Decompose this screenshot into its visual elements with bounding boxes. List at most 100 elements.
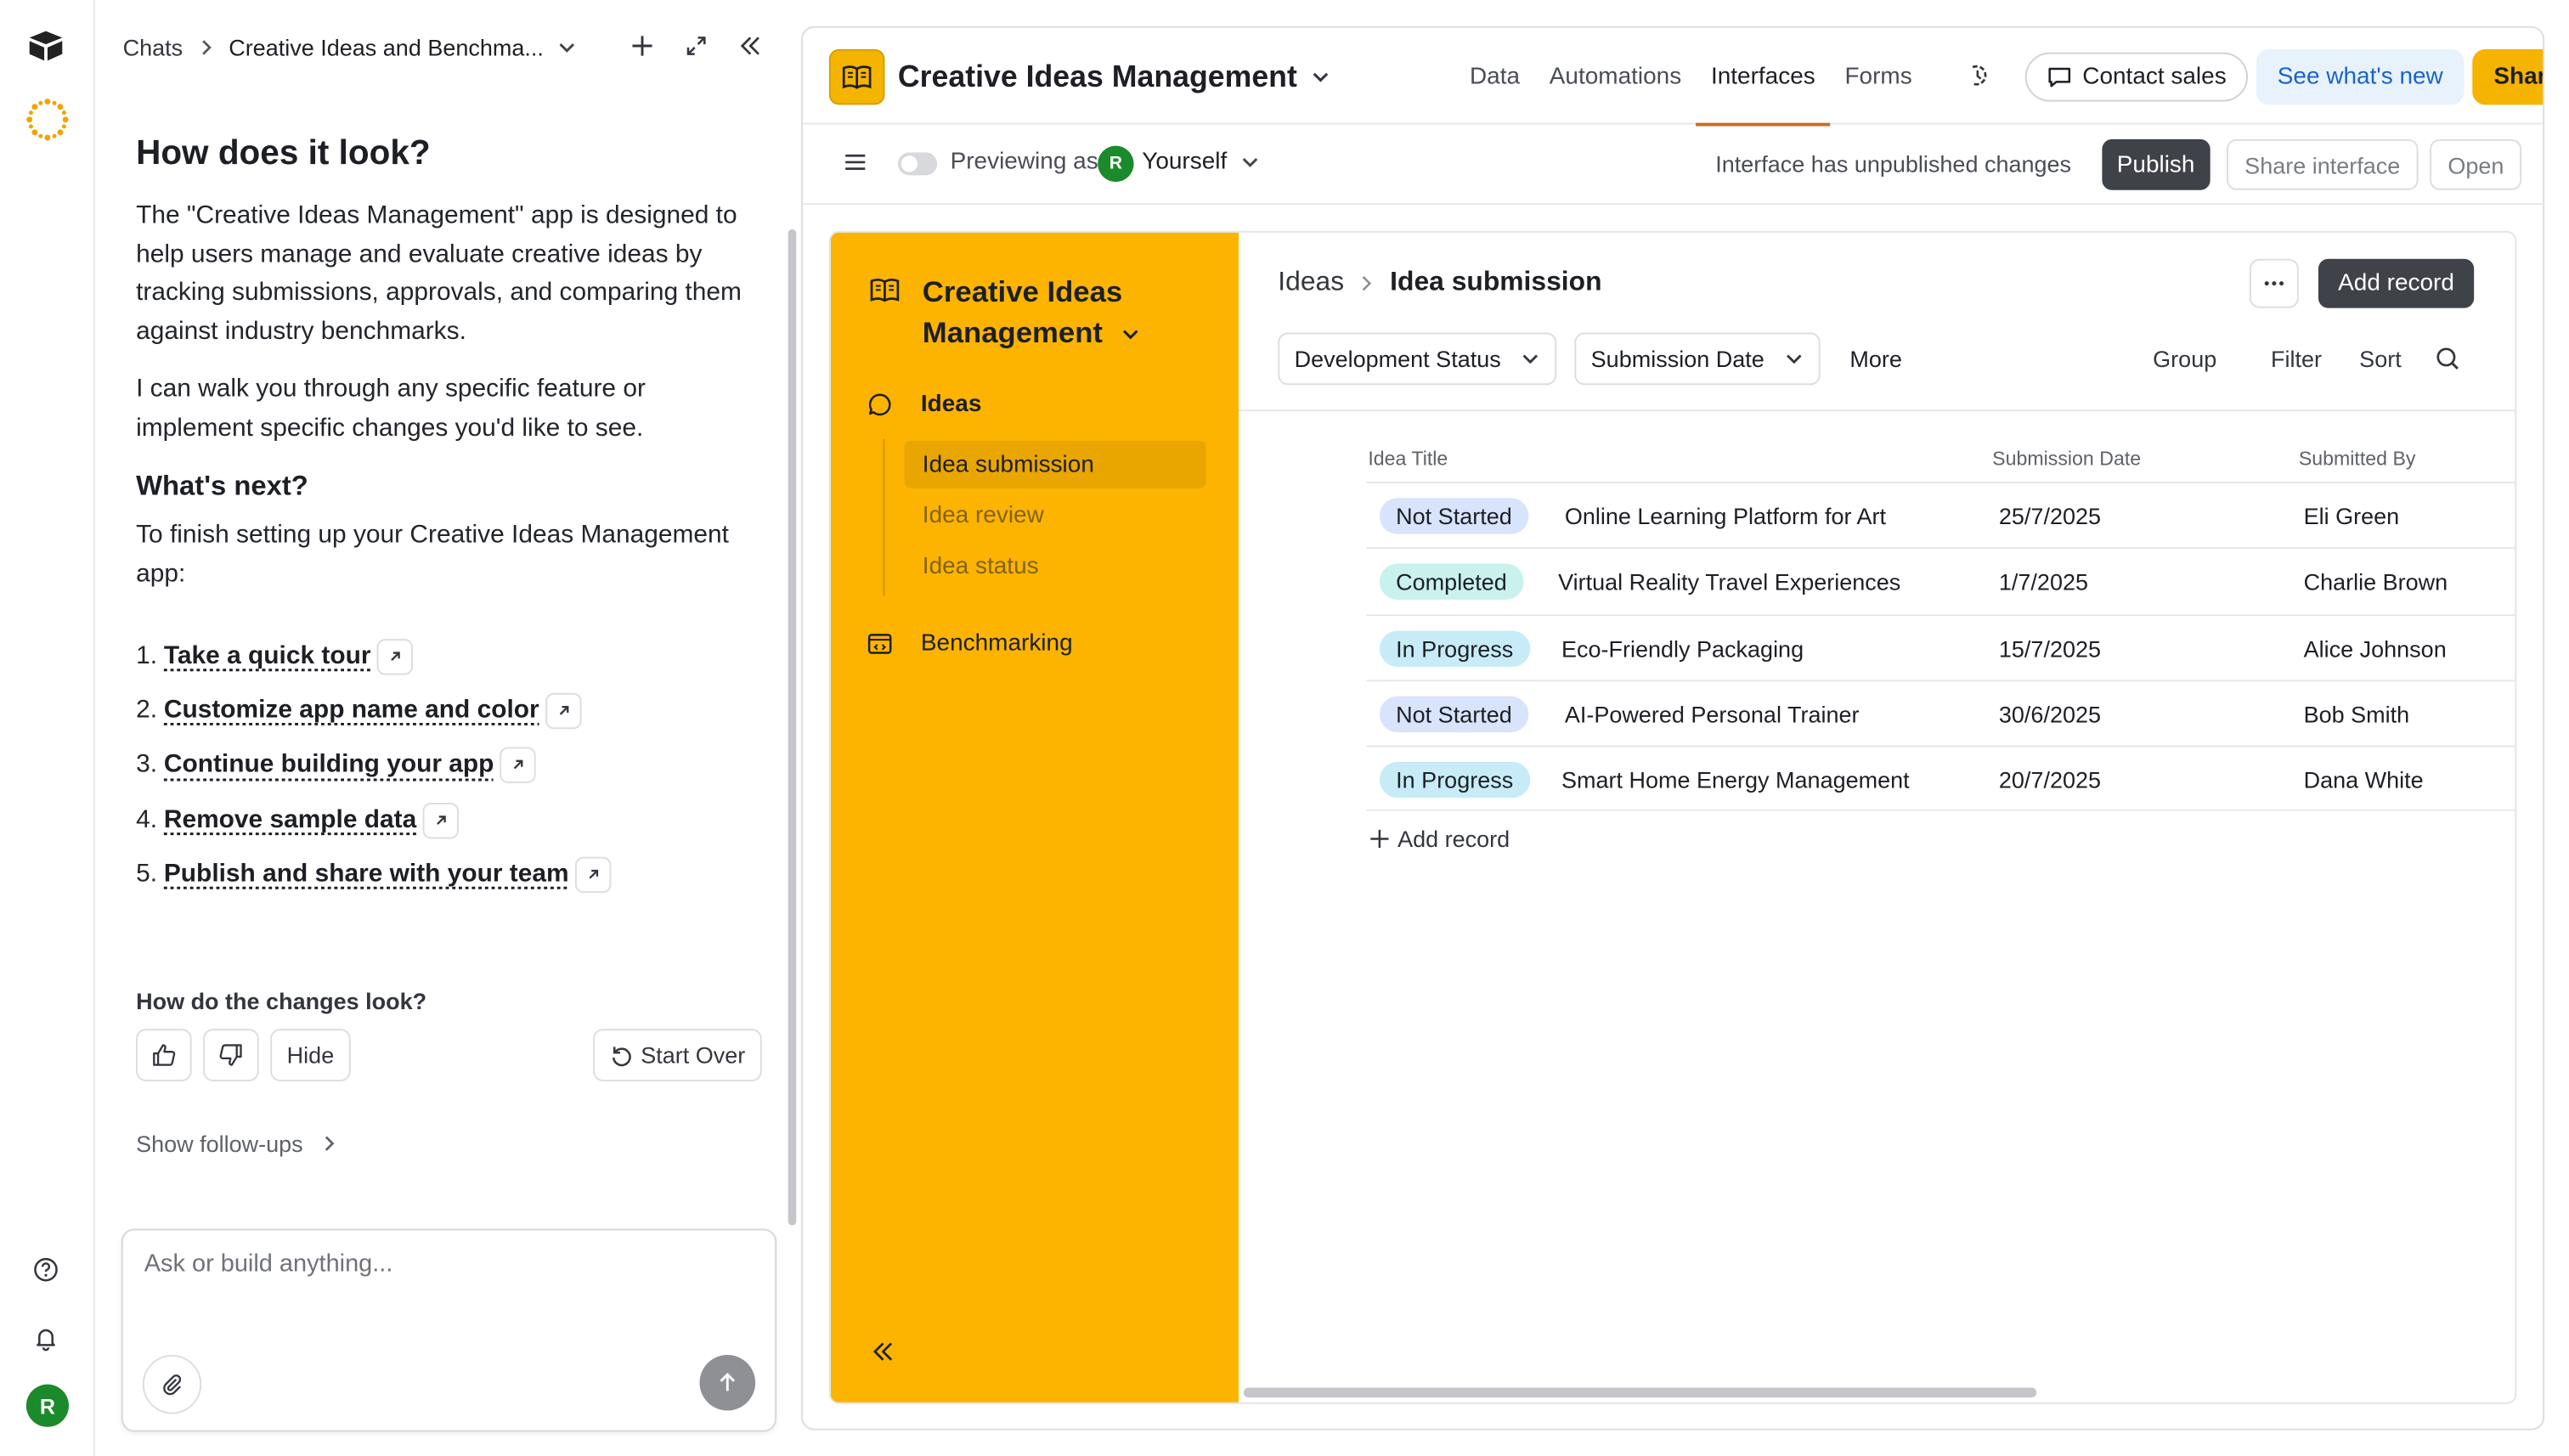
preview-toggle[interactable] (897, 152, 938, 176)
submitted-by-cell: Alice Johnson (2303, 635, 2447, 662)
preview-user-select[interactable]: Yourself (1142, 149, 1260, 176)
records-table: Not Started Online Learning Platform for… (1366, 482, 2515, 812)
chevron-down-icon (1522, 354, 1539, 364)
table-row[interactable]: Not Started AI-Powered Personal Trainer … (1366, 680, 2515, 746)
send-button[interactable] (699, 1354, 756, 1411)
composer-placeholder[interactable]: Ask or build anything... (144, 1250, 393, 1278)
app-editor: Creative Ideas Management Data Automatio… (801, 25, 2545, 1431)
step-number: 3. (136, 750, 158, 779)
sidebar-item-idea-submission[interactable]: Idea submission (904, 440, 1206, 488)
thumbs-down-button[interactable] (203, 1029, 259, 1081)
step-number: 1. (136, 641, 158, 670)
sidebar-item-idea-review[interactable]: Idea review (905, 492, 1206, 539)
history-icon[interactable] (1966, 62, 1989, 88)
sidebar-section-benchmarking[interactable]: Benchmarking (867, 631, 1073, 657)
left-rail: R (0, 0, 95, 1456)
chevron-right-icon (325, 1136, 335, 1151)
step-link[interactable]: Customize app name and color (164, 697, 539, 726)
step-link[interactable]: Take a quick tour (164, 641, 371, 671)
add-record-button[interactable]: Add record (2318, 258, 2475, 308)
open-button[interactable]: Open (2430, 138, 2522, 190)
preview-user-name: Yourself (1142, 149, 1228, 176)
sort-button[interactable]: Sort (2359, 346, 2402, 372)
contact-sales-button[interactable]: Contact sales (2024, 52, 2248, 102)
share-interface-button[interactable]: Share interface (2226, 138, 2419, 190)
chat-panel: Chats Creative Ideas and Benchma... How … (94, 0, 800, 1456)
table-row[interactable]: Not Started Online Learning Platform for… (1366, 482, 2515, 548)
interface-title-text: Creative Ideas Management (922, 275, 1123, 349)
table-header: Idea Title Submission Date Submitted By (1366, 448, 2515, 481)
column-header-submitted-by[interactable]: Submitted By (2299, 448, 2416, 471)
thumbs-up-icon (153, 1044, 176, 1066)
tab-forms[interactable]: Forms (1830, 28, 1927, 125)
submission-date-filter[interactable]: Submission Date (1574, 332, 1821, 386)
chat-composer[interactable]: Ask or build anything... (121, 1228, 777, 1432)
sidebar-section-ideas[interactable]: Ideas (867, 392, 981, 418)
help-icon[interactable] (33, 1256, 59, 1283)
thumbs-up-button[interactable] (136, 1029, 192, 1081)
start-over-button[interactable]: Start Over (593, 1029, 762, 1081)
interface-title[interactable]: Creative Ideas Management (923, 272, 1217, 353)
filter-button[interactable]: Filter (2271, 346, 2322, 372)
external-link-icon[interactable] (377, 638, 414, 674)
external-link-icon[interactable] (545, 692, 582, 730)
sidebar-item-idea-status[interactable]: Idea status (905, 542, 1206, 590)
more-filters-button[interactable]: More (1849, 346, 1902, 372)
plus-icon (1370, 829, 1389, 849)
more-options-button[interactable] (2249, 258, 2299, 308)
see-whats-new-button[interactable]: See what's new (2256, 48, 2465, 105)
table-row[interactable]: In Progress Smart Home Energy Management… (1366, 745, 2515, 812)
tab-automations[interactable]: Automations (1534, 28, 1696, 125)
table-row[interactable]: In Progress Eco-Friendly Packaging 15/7/… (1366, 613, 2515, 680)
column-header-submission-date[interactable]: Submission Date (1992, 448, 2141, 471)
show-follow-ups-link[interactable]: Show follow-ups (136, 1131, 336, 1157)
paperclip-icon (163, 1374, 182, 1396)
publish-button[interactable]: Publish (2102, 138, 2210, 190)
attach-button[interactable] (142, 1354, 202, 1414)
status-badge: In Progress (1379, 629, 1530, 667)
expand-icon[interactable] (683, 33, 709, 59)
hamburger-menu-icon[interactable] (844, 152, 867, 172)
submitted-by-cell: Dana White (2303, 766, 2424, 793)
hide-button[interactable]: Hide (270, 1029, 351, 1081)
omni-assistant-icon[interactable] (25, 97, 71, 143)
app-title-text: Creative Ideas Management (897, 59, 1297, 93)
share-button[interactable]: Share (2472, 48, 2544, 105)
arrow-up-icon (720, 1373, 736, 1391)
app-icon[interactable] (828, 48, 885, 105)
step-link[interactable]: Remove sample data (164, 805, 416, 835)
step-link[interactable]: Continue building your app (164, 751, 494, 781)
collapse-sidebar-icon[interactable] (870, 1339, 896, 1365)
new-chat-plus-icon[interactable] (630, 33, 656, 59)
external-link-icon[interactable] (423, 802, 460, 838)
column-header-idea-title[interactable]: Idea Title (1368, 448, 1448, 471)
tab-interfaces[interactable]: Interfaces (1696, 28, 1831, 127)
tab-data[interactable]: Data (1455, 28, 1535, 125)
step-link[interactable]: Publish and share with your team (164, 860, 569, 889)
chat-title[interactable]: Creative Ideas and Benchma... (229, 35, 544, 61)
external-link-icon[interactable] (575, 856, 612, 893)
table-row[interactable]: Completed Virtual Reality Travel Experie… (1366, 547, 2515, 614)
group-button[interactable]: Group (2153, 346, 2216, 372)
submission-date-cell: 1/7/2025 (1998, 568, 2089, 595)
message-paragraph: I can walk you through any specific feat… (136, 375, 646, 442)
chevron-down-icon[interactable] (556, 41, 576, 54)
status-badge: Not Started (1379, 696, 1529, 732)
app-title[interactable]: Creative Ideas Management (898, 59, 1330, 94)
idea-title-cell: AI-Powered Personal Trainer (1564, 701, 1860, 728)
chats-breadcrumb[interactable]: Chats (123, 35, 184, 61)
preview-user-avatar[interactable]: R (1098, 145, 1134, 183)
collapse-panel-icon[interactable] (737, 33, 764, 59)
search-icon[interactable] (2435, 346, 2461, 372)
development-status-filter[interactable]: Development Status (1278, 332, 1557, 386)
chat-scrollbar[interactable] (788, 229, 797, 1226)
airtable-logo-icon[interactable] (26, 28, 65, 64)
external-link-icon[interactable] (500, 747, 537, 784)
notifications-bell-icon[interactable] (33, 1325, 59, 1352)
next-steps-list: 1. Take a quick tour 2. Customize app name… (136, 629, 762, 902)
add-record-row[interactable]: Add record (1368, 826, 1510, 852)
breadcrumb-ideas[interactable]: Ideas (1278, 267, 1344, 298)
speech-bubble-icon (868, 393, 891, 416)
horizontal-scrollbar[interactable] (1243, 1387, 2037, 1398)
user-avatar[interactable]: R (25, 1384, 70, 1427)
